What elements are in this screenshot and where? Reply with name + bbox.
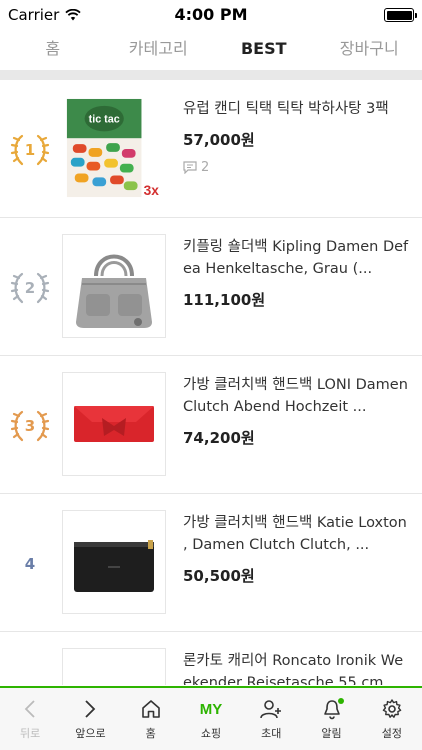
product-price: 74,200원 (183, 429, 255, 447)
nav-label: 알림 (321, 727, 342, 740)
top-tab-bar: 홈 카테고리 BEST 장바구니 (0, 32, 422, 70)
tab-cart[interactable]: 장바구니 (317, 32, 422, 70)
my-shopping-icon: MY (199, 700, 223, 718)
nav-invite-button[interactable]: 초대 (241, 688, 301, 750)
nav-back-button[interactable]: 뒤로 (0, 688, 60, 750)
nav-label: 앞으로 (75, 727, 106, 740)
list-item[interactable]: 2 키플링 숄더백 Kipling Damen Defea Henkeltasc… (0, 218, 422, 356)
product-info: 가방 클러치백 핸드백 LONI Damen Clutch Abend Hoch… (183, 374, 411, 448)
product-image[interactable] (62, 372, 166, 476)
product-title[interactable]: 유럽 캔디 틱택 틱탁 박하사탕 3팩 (183, 98, 411, 120)
bottom-nav-bar: 뒤로 앞으로 홈 MY 쇼핑 초대 알림 설정 (0, 686, 422, 750)
product-price: 57,000원 (183, 131, 255, 149)
product-info: 가방 클러치백 핸드백 Katie Loxton , Damen Clutch … (183, 512, 411, 586)
list-item[interactable]: 3 가방 클러치백 핸드백 LONI Damen Clutch Abend Ho… (0, 356, 422, 494)
rank-number: 3 (24, 417, 36, 435)
rank-badge: 3 (8, 406, 52, 446)
tab-best[interactable]: BEST (211, 32, 317, 70)
product-info: 론카토 캐리어 Roncato Ironik Weekender Reiseta… (183, 650, 411, 685)
forward-chevron-icon (85, 700, 96, 718)
rank-number: 4 (24, 555, 36, 573)
grey-shoulder-bag-image (76, 254, 152, 328)
nav-notification-button[interactable]: 알림 (301, 688, 361, 750)
black-pouch-image (74, 540, 154, 592)
product-image[interactable] (62, 510, 166, 614)
tab-category[interactable]: 카테고리 (106, 32, 212, 70)
nav-label: 쇼핑 (200, 727, 222, 740)
nav-shopping-button[interactable]: MY 쇼핑 (181, 688, 241, 750)
nav-settings-button[interactable]: 설정 (362, 688, 422, 750)
notification-dot (337, 698, 344, 704)
product-title[interactable]: 가방 클러치백 핸드백 Katie Loxton , Damen Clutch … (183, 512, 411, 556)
nav-home-button[interactable]: 홈 (121, 688, 181, 750)
rank-number: 1 (24, 141, 36, 159)
tictac-candy-image: tic tac 3x (66, 98, 160, 198)
product-info: 키플링 숄더백 Kipling Damen Defea Henkeltasche… (183, 236, 411, 310)
rank-number: 2 (24, 279, 36, 297)
gear-icon (382, 699, 402, 718)
product-image[interactable] (62, 648, 166, 685)
product-price: 111,100원 (183, 291, 266, 309)
pack-count-badge: 3x (144, 183, 160, 198)
comment-count-value: 2 (201, 160, 210, 175)
nav-label: 뒤로 (20, 727, 41, 740)
home-icon (141, 700, 160, 718)
tab-home[interactable]: 홈 (0, 32, 106, 70)
comment-icon (183, 161, 197, 174)
rank-badge: 1 (8, 130, 52, 170)
tictac-logo-text: tic tac (89, 114, 120, 126)
nav-label: 설정 (381, 727, 402, 740)
product-title[interactable]: 키플링 숄더백 Kipling Damen Defea Henkeltasche… (183, 236, 411, 280)
battery-icon (384, 8, 417, 22)
comment-count[interactable]: 2 (183, 160, 411, 175)
list-item[interactable]: 론카토 캐리어 Roncato Ironik Weekender Reiseta… (0, 632, 422, 685)
list-item[interactable]: 1 tic tac 3x 유럽 캔디 틱택 틱탁 박하사탕 3팩 57,000원… (0, 80, 422, 218)
best-product-list[interactable]: 1 tic tac 3x 유럽 캔디 틱택 틱탁 박하사탕 3팩 57,000원… (0, 80, 422, 685)
product-image[interactable]: tic tac 3x (62, 96, 166, 200)
product-image[interactable] (62, 234, 166, 338)
status-time: 4:00 PM (174, 5, 248, 24)
nav-label: 초대 (261, 727, 282, 740)
rank-badge: 2 (8, 268, 52, 308)
product-title[interactable]: 가방 클러치백 핸드백 LONI Damen Clutch Abend Hoch… (183, 374, 411, 418)
nav-label: 홈 (145, 727, 156, 740)
product-title[interactable]: 론카토 캐리어 Roncato Ironik Weekender Reiseta… (183, 650, 411, 685)
invite-user-icon (260, 700, 282, 719)
red-clutch-image (74, 406, 154, 442)
status-bar: Carrier 4:00 PM (0, 0, 422, 32)
product-price: 50,500원 (183, 567, 255, 585)
back-chevron-icon (24, 700, 35, 718)
product-info: 유럽 캔디 틱택 틱탁 박하사탕 3팩 57,000원 2 (183, 98, 411, 175)
tab-divider (0, 70, 422, 80)
list-item[interactable]: 4 가방 클러치백 핸드백 Katie Loxton , Damen Clutc… (0, 494, 422, 632)
nav-forward-button[interactable]: 앞으로 (60, 688, 120, 750)
rank-badge: 4 (8, 544, 52, 584)
